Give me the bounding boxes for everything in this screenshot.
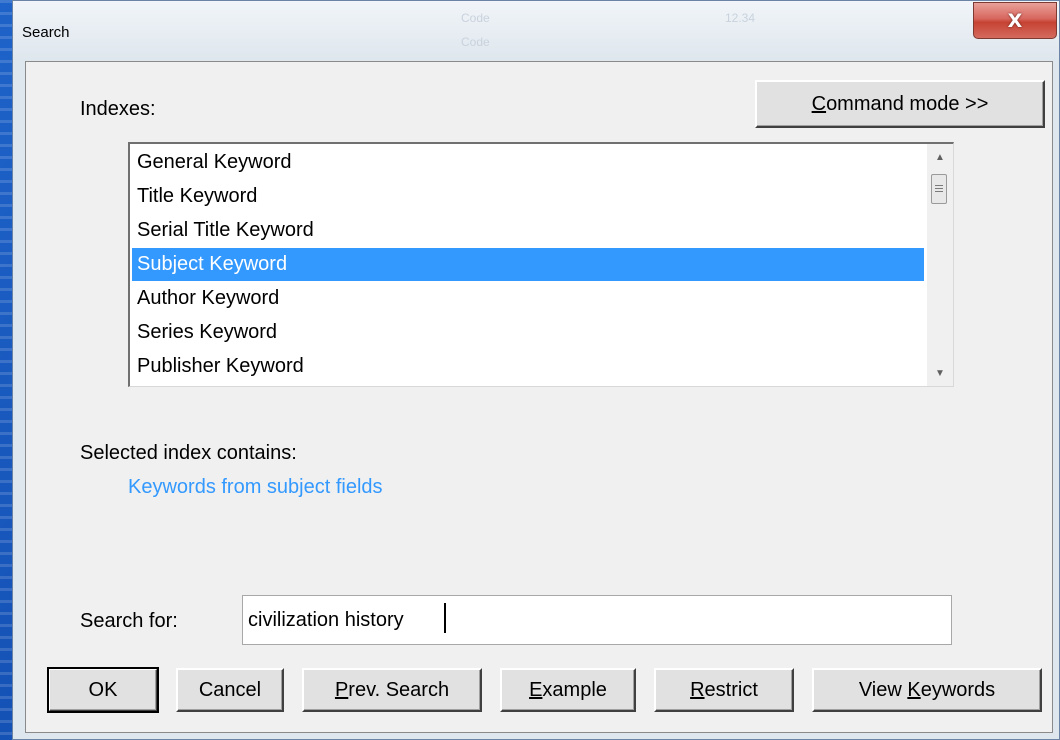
grip-icon <box>935 184 943 194</box>
list-item[interactable]: General Keyword <box>132 146 924 179</box>
background-ghost-text: Code <box>461 35 490 49</box>
title-bar[interactable]: Search Code Code 12.34 X <box>13 1 1059 59</box>
list-item[interactable]: Author Keyword <box>132 282 924 315</box>
selected-index-label: Selected index contains: <box>80 442 297 464</box>
search-for-label: Search for: <box>80 610 178 632</box>
list-item-selected[interactable]: Subject Keyword <box>132 248 924 281</box>
search-dialog: Search Code Code 12.34 X Indexes: Comman… <box>12 0 1060 740</box>
scroll-up-arrow-icon[interactable]: ▲ <box>927 146 953 168</box>
window-title: Search <box>22 24 70 41</box>
text-caret <box>444 603 446 633</box>
close-icon: X <box>1007 9 1023 32</box>
view-keywords-button[interactable]: View Keywords <box>812 668 1042 712</box>
list-item[interactable]: Title Keyword <box>132 180 924 213</box>
restrict-button[interactable]: Restrict <box>654 668 794 712</box>
background-ghost-text: Code <box>461 11 490 25</box>
ok-button[interactable]: OK <box>47 667 159 713</box>
selected-index-description: Keywords from subject fields <box>128 476 383 498</box>
scroll-thumb[interactable] <box>931 174 947 204</box>
prev-search-button[interactable]: Prev. Search <box>302 668 482 712</box>
scroll-down-arrow-icon[interactable]: ▼ <box>927 362 953 384</box>
example-button[interactable]: Example <box>500 668 636 712</box>
dialog-body: Indexes: Command mode >> General Keyword… <box>25 61 1053 733</box>
command-mode-button[interactable]: Command mode >> <box>755 80 1045 128</box>
search-input[interactable] <box>242 595 952 645</box>
close-button[interactable]: X <box>973 2 1057 39</box>
vertical-scrollbar[interactable]: ▲ ▼ <box>927 144 953 386</box>
list-item[interactable]: Publisher Keyword <box>132 350 924 383</box>
cancel-button[interactable]: Cancel <box>176 668 284 712</box>
list-item[interactable]: Series Keyword <box>132 316 924 349</box>
indexes-label: Indexes: <box>80 98 156 120</box>
background-ghost-text: 12.34 <box>725 11 756 25</box>
list-item[interactable]: Serial Title Keyword <box>132 214 924 247</box>
index-listbox[interactable]: General Keyword Title Keyword Serial Tit… <box>128 142 954 387</box>
